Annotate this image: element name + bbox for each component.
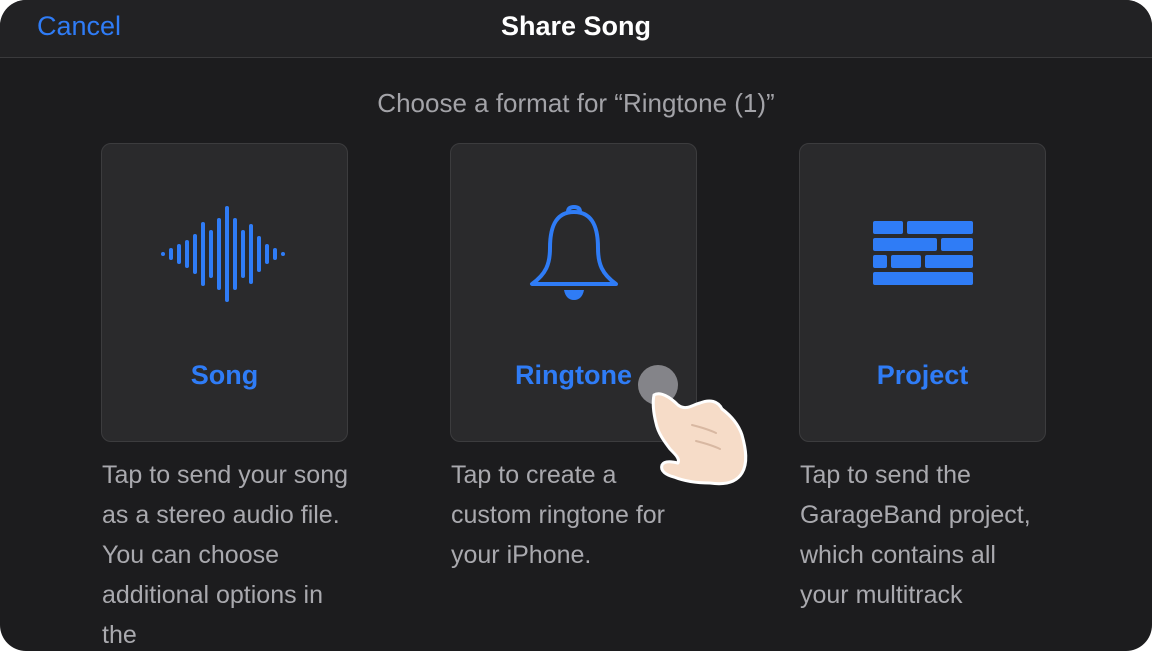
page-title: Share Song: [500, 11, 652, 41]
share-song-screen: Cancel Share Song Choose a format for “R…: [0, 0, 1152, 651]
project-option-description: Tap to send the GarageBand project, whic…: [800, 461, 1031, 609]
navigation-bar: Cancel Share Song: [0, 0, 1152, 58]
format-prompt: Choose a format for “Ringtone (1)”: [377, 88, 775, 118]
song-option-card[interactable]: Song: [101, 143, 348, 442]
song-option-description: Tap to send your song as a stereo audio …: [102, 461, 348, 649]
song-option-label: Song: [190, 360, 259, 390]
project-option-card[interactable]: Project: [799, 143, 1046, 442]
tap-hand-icon: [630, 365, 770, 495]
project-tracks-icon: [800, 204, 1045, 304]
project-option-label: Project: [876, 360, 969, 390]
waveform-icon: [102, 204, 347, 304]
bell-icon: [451, 204, 696, 304]
